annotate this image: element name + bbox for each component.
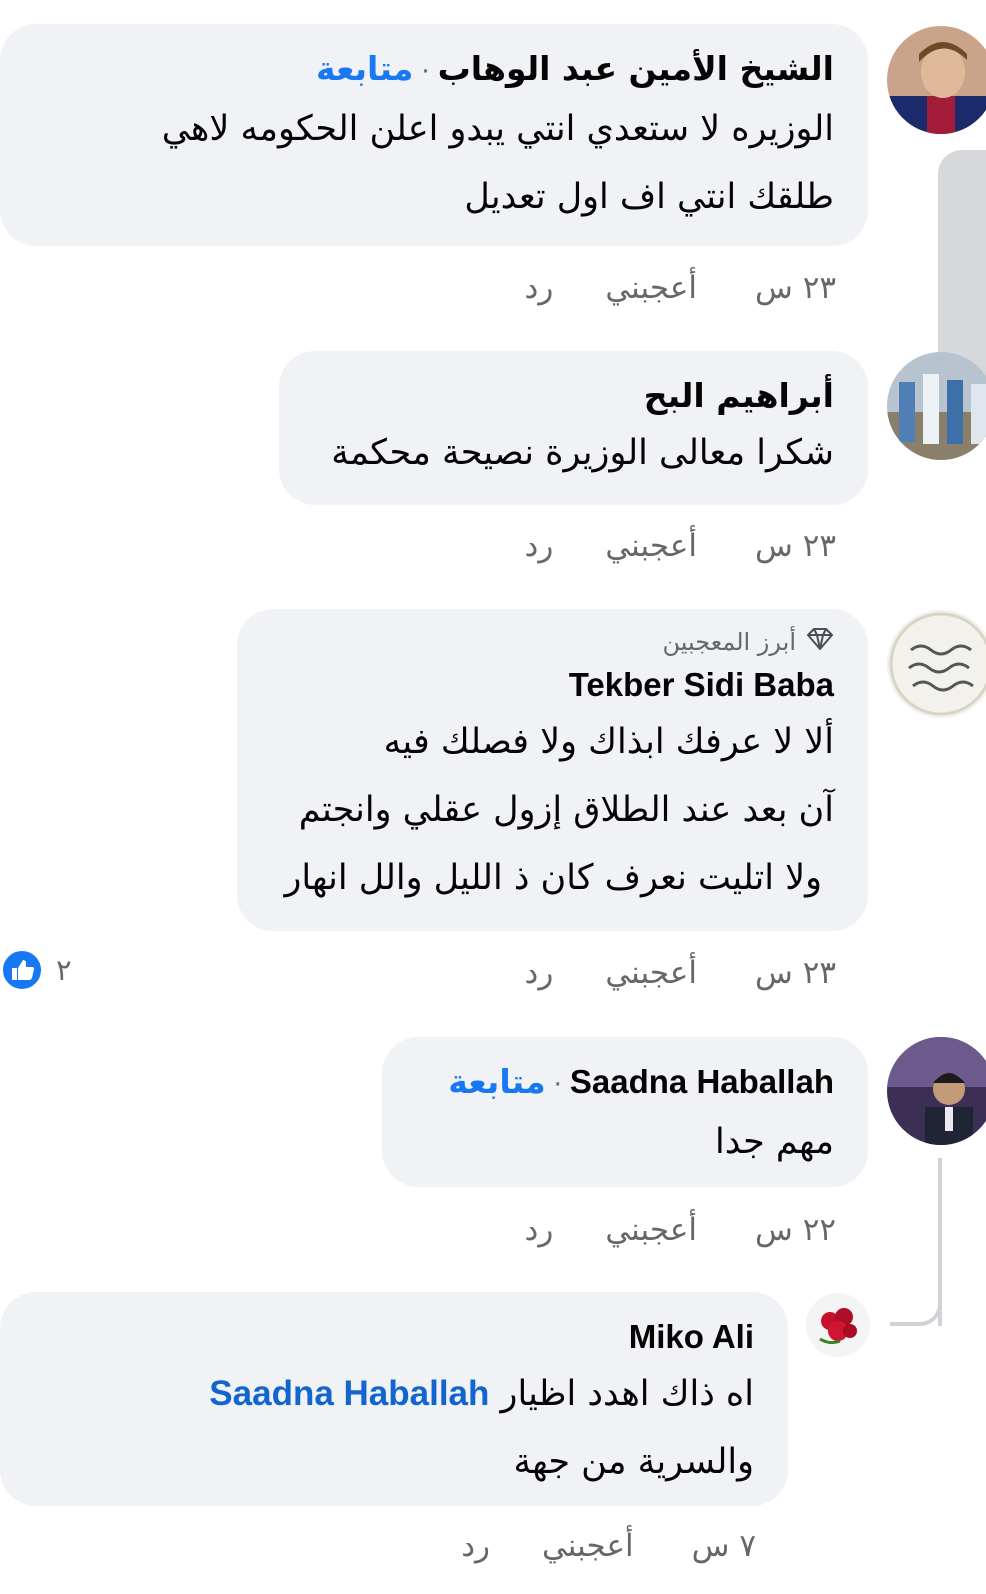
commenter-name[interactable]: أبراهيم البح [644,376,834,415]
separator: · [421,57,430,87]
reaction-summary[interactable]: ٢ [0,948,72,992]
comment-actions: ٢٣ س أعجبني رد [473,955,836,991]
like-button[interactable]: أعجبني [605,270,697,306]
comment-text-line: آن بعد عند الطلاق إزول عقلي وانجتم [298,790,834,830]
commenter-name[interactable]: Tekber Sidi Baba [569,666,834,703]
scrollbar[interactable] [938,150,986,380]
comment-bubble: أبرز المعجبين Tekber Sidi Baba ألا لا عر… [237,609,868,931]
comment-bubble: أبراهيم البح شكرا معالى الوزيرة نصيحة مح… [279,351,868,505]
comment-actions: ٢٣ س أعجبني رد [473,270,836,306]
like-button[interactable]: أعجبني [605,955,697,991]
like-button[interactable]: أعجبني [542,1528,634,1564]
reply-button[interactable]: رد [525,528,554,564]
commenter-name[interactable]: Saadna Haballah [570,1063,834,1100]
comment-time[interactable]: ٢٢ س [755,1212,836,1248]
reply-button[interactable]: رد [461,1528,490,1564]
like-button[interactable]: أعجبني [605,528,697,564]
comment-text-line: طلقك انتي اف اول تعديل [464,177,834,217]
comment-bubble: Miko Ali اه ذاك اهدد اظيار Saadna Haball… [0,1292,788,1506]
comment-text: اه ذاك اهدد اظيار [500,1374,754,1414]
comment-text-line: الوزيره لا ستعدي انتي يبدو اعلن الحكومه … [161,109,834,149]
comment-time[interactable]: ٢٣ س [755,528,836,564]
thumbs-up-icon [0,948,44,992]
like-button[interactable]: أعجبني [605,1212,697,1248]
follow-button[interactable]: متابعة [316,49,413,88]
comment-bubble: Saadna Haballah · متابعة مهم جدا [382,1037,868,1187]
comment-text-line: شكرا معالى الوزيرة نصيحة محكمة [331,433,834,473]
comment-time[interactable]: ٢٣ س [755,955,836,991]
reply-button[interactable]: رد [525,955,554,991]
avatar[interactable] [887,610,986,718]
comments-view: الشيخ الأمين عبد الوهاب · متابعة الوزيره ل… [0,0,986,1594]
comment-time[interactable]: ٢٣ س [755,270,836,306]
commenter-name[interactable]: الشيخ الأمين عبد الوهاب [438,49,834,88]
commenter-name[interactable]: Miko Ali [629,1318,754,1355]
follow-button[interactable]: متابعة [448,1062,545,1101]
comment-text-line: ولا اتليت نعرف كان ذ الليل والل انهار [284,858,822,898]
reaction-count: ٢ [56,953,72,987]
reply-button[interactable]: رد [525,1212,554,1248]
comment-actions: ٧ س أعجبني رد [409,1528,756,1564]
comment-text-line: ألا لا عرفك ابذاك ولا فصلك فيه [383,722,834,762]
reply-button[interactable]: رد [525,270,554,306]
avatar[interactable] [887,26,986,134]
comment-text-line: مهم جدا [714,1122,834,1162]
reply-thread-connector [890,1290,942,1326]
mention-link[interactable]: Saadna Haballah [209,1374,489,1413]
separator: · [553,1070,562,1100]
avatar[interactable] [887,1037,986,1145]
comment-bubble: الشيخ الأمين عبد الوهاب · متابعة الوزيره ل… [0,24,868,246]
top-fan-badge: أبرز المعجبين [662,628,797,656]
diamond-icon [806,626,834,660]
comment-actions: ٢٢ س أعجبني رد [473,1212,836,1248]
comment-text-line: اه ذاك اهدد اظيار Saadna Haballah [34,1360,754,1428]
avatar[interactable] [806,1293,870,1357]
avatar[interactable] [887,352,986,460]
comment-actions: ٢٣ س أعجبني رد [473,528,836,564]
comment-time[interactable]: ٧ س [692,1528,756,1564]
comment-text-line: والسرية من جهة [513,1442,754,1482]
